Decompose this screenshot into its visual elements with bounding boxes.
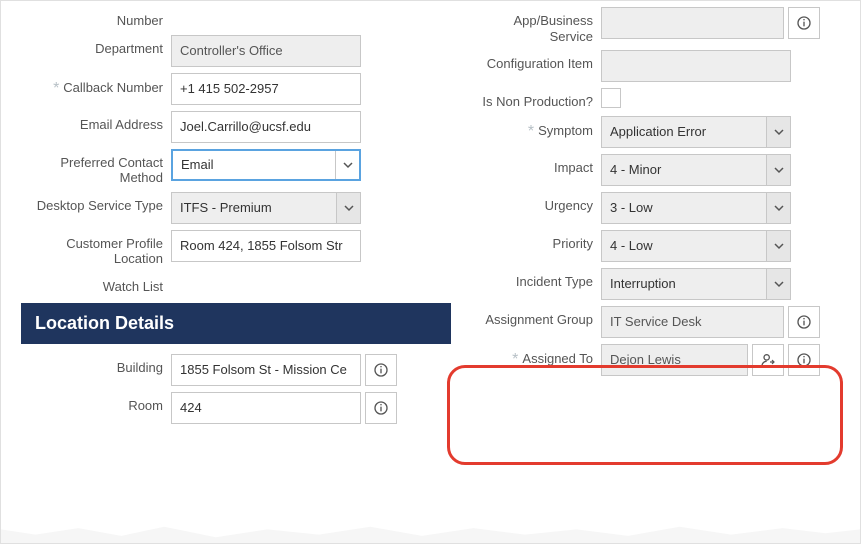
ci-label: Configuration Item	[471, 50, 601, 72]
chevron-down-icon	[335, 151, 359, 179]
email-label: Email Address	[21, 111, 171, 133]
contact-method-select[interactable]: Email	[171, 149, 361, 181]
info-icon	[796, 352, 812, 368]
building-info-button[interactable]	[365, 354, 397, 386]
assign-group-field[interactable]: IT Service Desk	[601, 306, 784, 338]
room-input[interactable]	[171, 392, 361, 424]
chevron-down-icon	[766, 193, 790, 223]
symptom-label: Symptom	[471, 116, 601, 141]
assigned-to-field[interactable]: Dejon Lewis	[601, 344, 748, 376]
profile-location-label: Customer Profile Location	[21, 230, 171, 267]
priority-select[interactable]: 4 - Low	[601, 230, 791, 262]
desktop-type-value: ITFS - Premium	[180, 200, 272, 215]
incident-type-label: Incident Type	[471, 268, 601, 290]
chevron-down-icon	[766, 231, 790, 261]
app-service-info-button[interactable]	[788, 7, 820, 39]
right-column: App/Business Service Configuration Item …	[461, 1, 860, 430]
incident-form: { "left": { "number_label": "Number", "d…	[0, 0, 861, 544]
location-details-header: Location Details	[21, 303, 451, 344]
info-icon	[796, 15, 812, 31]
symptom-select[interactable]: Application Error	[601, 116, 791, 148]
room-info-button[interactable]	[365, 392, 397, 424]
department-field: Controller's Office	[171, 35, 361, 67]
nonprod-label: Is Non Production?	[471, 88, 601, 110]
number-label: Number	[21, 7, 171, 29]
assign-group-info-button[interactable]	[788, 306, 820, 338]
department-label: Department	[21, 35, 171, 57]
impact-label: Impact	[471, 154, 601, 176]
contact-method-value: Email	[181, 157, 214, 172]
building-input[interactable]	[171, 354, 361, 386]
urgency-value: 3 - Low	[610, 200, 653, 215]
desktop-type-label: Desktop Service Type	[21, 192, 171, 214]
assigned-to-info-button[interactable]	[788, 344, 820, 376]
impact-value: 4 - Minor	[610, 162, 661, 177]
profile-location-input[interactable]	[171, 230, 361, 262]
urgency-label: Urgency	[471, 192, 601, 214]
watchlist-label: Watch List	[21, 273, 171, 295]
info-icon	[373, 400, 389, 416]
ci-field	[601, 50, 791, 82]
contact-method-label: Preferred Contact Method	[21, 149, 171, 186]
chevron-down-icon	[336, 193, 360, 223]
urgency-select[interactable]: 3 - Low	[601, 192, 791, 224]
nonprod-checkbox[interactable]	[601, 88, 621, 108]
left-column: Number Department Controller's Office Ca…	[1, 1, 461, 430]
priority-label: Priority	[471, 230, 601, 252]
torn-edge-decoration	[1, 519, 860, 544]
chevron-down-icon	[766, 155, 790, 185]
app-service-label: App/Business Service	[471, 7, 601, 44]
email-input[interactable]	[171, 111, 361, 143]
priority-value: 4 - Low	[610, 238, 653, 253]
chevron-down-icon	[766, 117, 790, 147]
room-label: Room	[21, 392, 171, 414]
symptom-value: Application Error	[610, 124, 706, 139]
assign-person-icon	[760, 352, 776, 368]
assigned-to-label: Assigned To	[471, 344, 601, 369]
chevron-down-icon	[766, 269, 790, 299]
impact-select[interactable]: 4 - Minor	[601, 154, 791, 186]
app-service-field	[601, 7, 784, 39]
info-icon	[373, 362, 389, 378]
incident-type-select[interactable]: Interruption	[601, 268, 791, 300]
info-icon	[796, 314, 812, 330]
incident-type-value: Interruption	[610, 276, 676, 291]
building-label: Building	[21, 354, 171, 376]
assign-group-label: Assignment Group	[471, 306, 601, 328]
callback-label: Callback Number	[21, 73, 171, 98]
callback-input[interactable]	[171, 73, 361, 105]
assigned-to-assign-button[interactable]	[752, 344, 784, 376]
desktop-type-select[interactable]: ITFS - Premium	[171, 192, 361, 224]
